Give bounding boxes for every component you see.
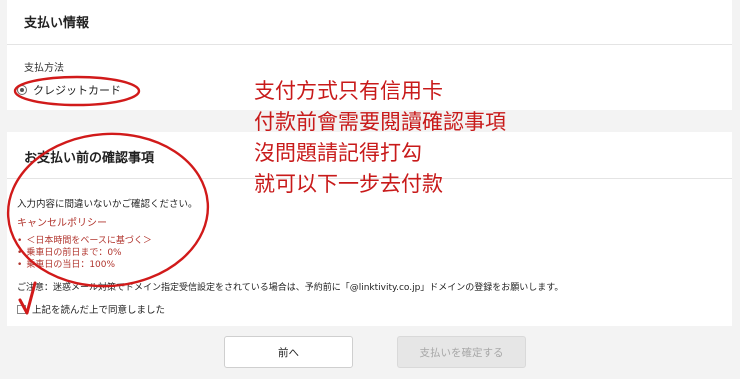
payment-method-label: 支払方法 — [24, 63, 64, 74]
annotation-line: 付款前會需要閱讀確認事項 — [254, 110, 506, 134]
divider — [7, 44, 732, 45]
annotation-line: 沒問題請記得打勾 — [254, 141, 422, 165]
agree-label: 上記を読んだ上で同意しました — [32, 305, 166, 316]
annotation-text: 支付方式只有信用卡 付款前會需要閱讀確認事項 沒問題請記得打勾 就可以下一步去付… — [254, 76, 506, 200]
back-button[interactable]: 前へ — [224, 336, 353, 368]
email-notice: ご注意：迷惑メール対策でドメイン指定受信設定をされている場合は、予約前に「@li… — [17, 283, 564, 293]
annotation-line: 就可以下一步去付款 — [254, 172, 443, 196]
radio-selected-icon[interactable] — [17, 85, 27, 95]
payment-info-title: 支払い情報 — [24, 16, 90, 31]
agree-checkbox[interactable] — [17, 304, 26, 314]
payment-page: 支払い情報 支払方法 クレジットカード お支払い前の確認事項 入力内容に間違いな… — [0, 0, 740, 379]
cancel-policy-list: ＜日本時間をベースに基づく＞ 乗車日の前日まで：0% 乗車日の当日：100% — [17, 235, 152, 271]
confirmation-title: お支払い前の確認事項 — [24, 151, 155, 166]
confirm-payment-button[interactable]: 支払いを確定する — [397, 336, 526, 368]
payment-method-option-label: クレジットカード — [33, 84, 121, 97]
annotation-line: 支付方式只有信用卡 — [254, 79, 443, 103]
cancel-policy-link[interactable]: キャンセルポリシー — [17, 214, 107, 229]
policy-item: 乗車日の当日：100% — [17, 259, 152, 271]
agree-checkbox-row[interactable]: 上記を読んだ上で同意しました — [17, 302, 165, 316]
policy-item: ＜日本時間をベースに基づく＞ — [17, 235, 152, 247]
policy-item: 乗車日の前日まで：0% — [17, 247, 152, 259]
confirmation-intro: 入力内容に間違いないかご確認ください。 — [17, 199, 198, 210]
payment-method-credit-card[interactable]: クレジットカード — [17, 82, 121, 98]
